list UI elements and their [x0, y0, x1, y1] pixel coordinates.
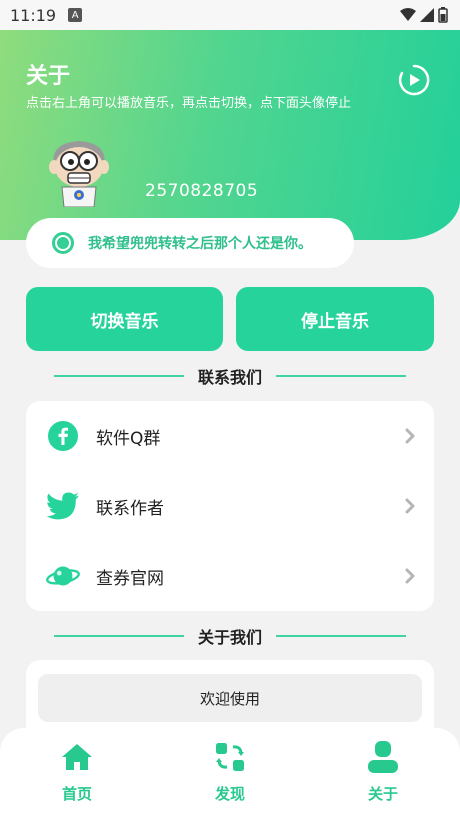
divider	[276, 375, 407, 377]
planet-icon	[46, 559, 80, 593]
page-subtitle: 点击右上角可以播放音乐，再点击切换，点下面头像停止	[26, 96, 352, 111]
tab-label: 关于	[367, 785, 398, 803]
list-item-software-group[interactable]: 软件Q群	[26, 401, 434, 471]
home-icon	[60, 740, 94, 774]
quote-card: 我希望兜兜转转之后那个人还是你。	[26, 218, 354, 268]
signal-icon	[420, 8, 434, 22]
discover-icon	[213, 740, 247, 774]
quote-text: 我希望兜兜转转之后那个人还是你。	[88, 236, 312, 252]
list-item-coupon-site[interactable]: 查券官网	[26, 541, 434, 611]
about-section-header: 关于我们	[54, 626, 407, 647]
twitter-icon	[46, 489, 80, 523]
status-icons	[400, 7, 448, 23]
chevron-right-icon	[405, 428, 415, 444]
status-bar: 11:19 A	[0, 0, 460, 30]
notification-badge: A	[68, 8, 83, 22]
radio-dot-icon	[52, 232, 74, 254]
about-section-title: 关于我们	[198, 628, 263, 647]
list-item-label: 联系作者	[96, 498, 164, 519]
play-circle-icon[interactable]	[398, 64, 430, 96]
hero-header: 关于 点击右上角可以播放音乐，再点击切换，点下面头像停止 2570828705	[0, 30, 460, 240]
contact-section-title: 联系我们	[198, 368, 263, 387]
bottom-tab-bar: 首页 发现 关于	[0, 728, 460, 817]
contact-section-header: 联系我们	[54, 366, 407, 387]
page-title: 关于	[26, 64, 71, 89]
list-item-label: 查券官网	[96, 568, 164, 589]
switch-music-button[interactable]: 切换音乐	[26, 287, 223, 351]
qq-number: 2570828705	[145, 181, 259, 201]
battery-icon	[438, 7, 448, 23]
status-time: 11:19	[10, 5, 57, 25]
chevron-right-icon	[405, 568, 415, 584]
list-item-label: 软件Q群	[96, 428, 161, 449]
divider	[54, 635, 184, 637]
divider	[276, 635, 407, 637]
tab-discover[interactable]: 发现	[190, 740, 270, 804]
facebook-icon	[46, 419, 80, 453]
tab-label: 发现	[214, 785, 245, 803]
divider	[54, 375, 184, 377]
user-icon	[366, 740, 400, 774]
welcome-banner: 欢迎使用	[38, 674, 422, 722]
tab-home[interactable]: 首页	[37, 740, 117, 804]
contact-list: 软件Q群 联系作者 查券官网	[26, 401, 434, 611]
tab-about[interactable]: 关于	[343, 740, 423, 804]
cartoon-avatar-icon[interactable]	[44, 135, 114, 207]
tab-label: 首页	[61, 785, 92, 803]
stop-music-button[interactable]: 停止音乐	[236, 287, 434, 351]
list-item-contact-author[interactable]: 联系作者	[26, 471, 434, 541]
wifi-icon	[400, 8, 416, 21]
chevron-right-icon	[405, 498, 415, 514]
